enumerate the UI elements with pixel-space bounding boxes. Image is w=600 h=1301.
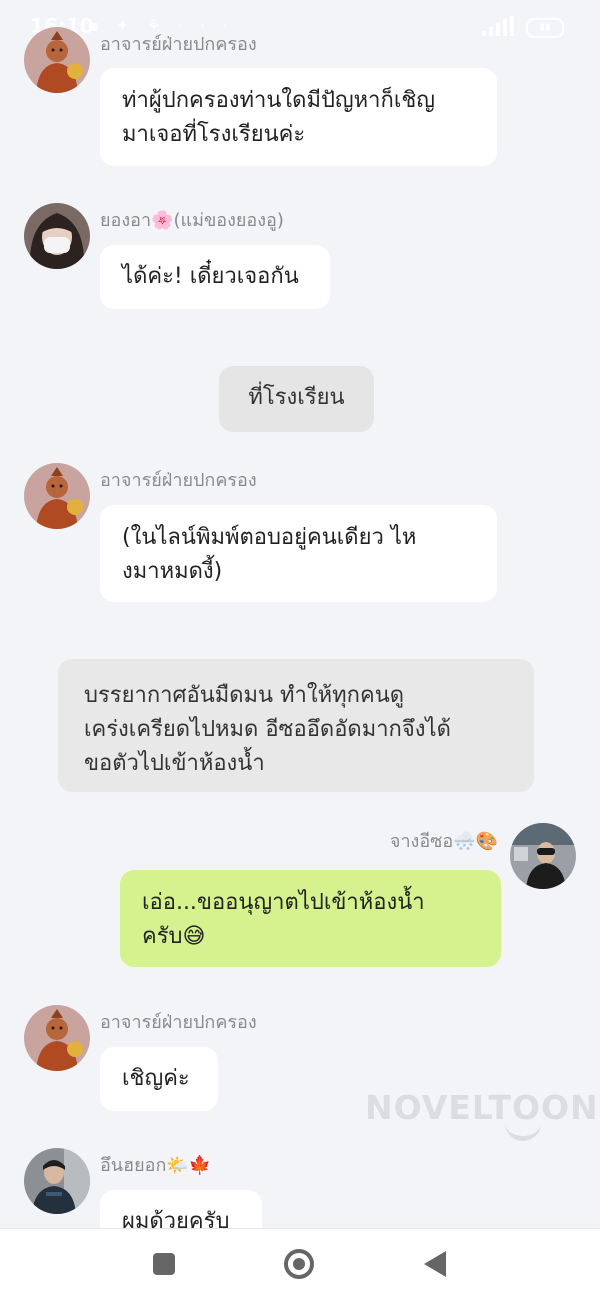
narration-line: เคร่งเครียดไปหมด อีซออึดอัดมากจึงได้ <box>84 717 451 742</box>
message-line: ครับ😅 <box>142 924 206 949</box>
recent-apps-icon[interactable] <box>153 1253 175 1275</box>
scene-label: ที่โรงเรียน <box>219 366 374 432</box>
watermark-smile-icon <box>505 1122 541 1141</box>
sender-name: อึนฮยอก🌤️🍁 <box>100 1155 212 1176</box>
home-icon[interactable] <box>284 1249 314 1279</box>
sender-name: อาจารย์ฝ่ายปกครอง <box>100 1012 257 1033</box>
narration-line: ขอตัวไปเข้าห้องน้ำ <box>84 751 265 776</box>
sender-name: อาจารย์ฝ่ายปกครอง <box>100 34 257 55</box>
avatar-teacher[interactable] <box>24 27 90 93</box>
battery-icon: ▮▮ <box>526 18 564 38</box>
message-bubble[interactable]: ท่าผู้ปกครองท่านใดมีปัญหาก็เชิญ มาเจอที่… <box>100 68 497 166</box>
message-line: มาเจอที่โรงเรียนค่ะ <box>122 122 306 147</box>
sender-name: ยองอา🌸(แม่ของยองอู) <box>100 210 284 231</box>
message-bubble[interactable]: เชิญค่ะ <box>100 1047 218 1111</box>
message-line: เอ่อ...ขออนุญาตไปเข้าห้องน้ำ <box>142 890 425 915</box>
system-navigation-bar <box>0 1228 600 1301</box>
sender-name: อาจารย์ฝ่ายปกครอง <box>100 470 257 491</box>
narration-line: บรรยากาศอันมืดมน ทำให้ทุกคนดู <box>84 683 405 708</box>
avatar-mother[interactable] <box>24 203 90 269</box>
noveltoon-watermark: NOVELTOON <box>365 1088 599 1127</box>
message-line: งมาหมดงี้) <box>122 559 223 584</box>
sender-name: จางอีซอ🌨️🎨 <box>389 831 498 852</box>
narration-box: บรรยากาศอันมืดมน ทำให้ทุกคนดู เคร่งเครีย… <box>58 659 534 792</box>
status-bar: 16:10 ▪ ✦ ⚘ · · · ▮▮ <box>0 0 600 50</box>
avatar-self[interactable] <box>510 823 576 889</box>
message-line: ท่าผู้ปกครองท่านใดมีปัญหาก็เชิญ <box>122 88 436 113</box>
message-line: (ในไลน์พิมพ์ตอบอยู่คนเดียว ไห <box>122 525 417 550</box>
avatar-eunhyuk[interactable] <box>24 1148 90 1214</box>
message-bubble[interactable]: (ในไลน์พิมพ์ตอบอยู่คนเดียว ไห งมาหมดงี้) <box>100 505 497 602</box>
message-bubble[interactable]: ได้ค่ะ! เดี๋ยวเจอกัน <box>100 245 330 309</box>
signal-icon <box>482 16 518 36</box>
back-icon[interactable] <box>424 1251 446 1277</box>
avatar-teacher[interactable] <box>24 463 90 529</box>
avatar-teacher[interactable] <box>24 1005 90 1071</box>
message-bubble-self[interactable]: เอ่อ...ขออนุญาตไปเข้าห้องน้ำ ครับ😅 <box>120 870 501 967</box>
